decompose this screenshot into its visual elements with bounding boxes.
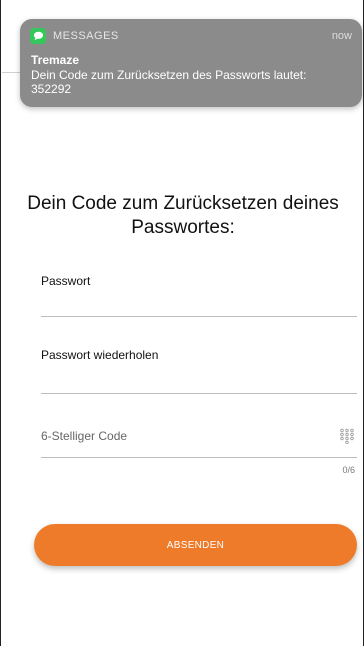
notification-app-name: MESSAGES [53,30,119,42]
notification-banner[interactable]: MESSAGES now Tremaze Dein Code zum Zurüc… [20,19,362,107]
divider [2,72,20,73]
page-title: Dein Code zum Zurücksetzen deines Passwo… [27,193,339,238]
notification-title: Tremaze [31,53,80,67]
keypad-icon [339,428,355,444]
password-label: Passwort [41,274,91,288]
notification-body: Dein Code zum Zurücksetzen des Passworts… [31,68,307,96]
password-input[interactable] [41,298,357,314]
password-field: Passwort [41,274,357,317]
notification-header: MESSAGES now [30,27,352,45]
screen: MESSAGES now Tremaze Dein Code zum Zurüc… [0,0,364,646]
notification-time: now [331,30,352,42]
code-input[interactable] [41,425,339,446]
code-field [41,414,357,458]
repeat-password-input[interactable] [41,372,357,388]
message-bubble-icon [30,28,46,44]
submit-button[interactable]: ABSENDEN [34,524,357,566]
repeat-password-field: Passwort wiederholen [41,348,357,394]
repeat-password-label: Passwort wiederholen [41,348,159,362]
code-character-counter: 0/6 [342,465,355,475]
